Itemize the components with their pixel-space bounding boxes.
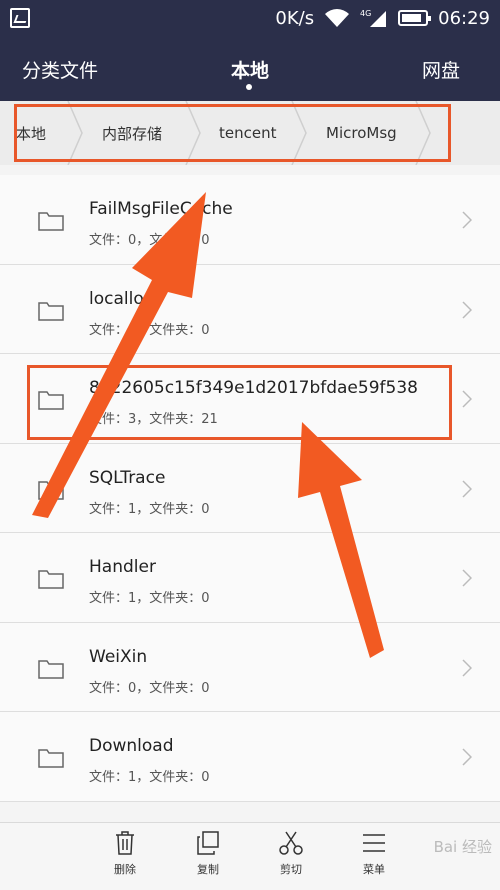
- tab-cloud-drive[interactable]: 网盘: [422, 56, 460, 83]
- top-nav: 分类文件 本地 网盘: [0, 50, 500, 100]
- folder-icon: [38, 301, 64, 321]
- active-tab-indicator: [246, 84, 252, 90]
- wifi-icon: [325, 9, 350, 27]
- breadcrumb-highlight-box: [14, 104, 451, 162]
- list-item[interactable]: locallog 文件：1，文件夹：0: [0, 264, 500, 354]
- list-item[interactable]: Download 文件：1，文件夹：0: [0, 712, 500, 802]
- file-name: Handler: [89, 557, 156, 577]
- cut-label: 剪切: [280, 863, 302, 876]
- chevron-right-icon: [462, 300, 472, 319]
- file-name: FailMsgFileCache: [89, 199, 233, 219]
- menu-button[interactable]: 菜单: [349, 831, 399, 877]
- watermark: Bai 经验: [433, 838, 492, 856]
- list-item[interactable]: Handler 文件：1，文件夹：0: [0, 533, 500, 623]
- file-name: SQLTrace: [89, 467, 166, 488]
- trash-icon: [116, 831, 134, 855]
- delete-label: 删除: [114, 863, 136, 876]
- menu-label: 菜单: [363, 863, 385, 876]
- folder-icon: [38, 570, 64, 589]
- tab-local[interactable]: 本地: [231, 56, 269, 83]
- folder-icon: [38, 480, 64, 500]
- list-item[interactable]: SQLTrace 文件：1，文件夹：0: [0, 443, 500, 533]
- file-meta: 文件：1，文件夹：0: [89, 591, 210, 606]
- signal-label: 4G: [360, 9, 371, 18]
- scissors-icon: [279, 831, 303, 855]
- status-bar: 0K/s 4G 06:29: [0, 0, 500, 36]
- copy-label: 复制: [197, 863, 219, 876]
- list-item[interactable]: WeiXin 文件：0，文件夹：0: [0, 622, 500, 712]
- bottom-toolbar: 删除 复制 剪切 菜单: [0, 822, 500, 890]
- list-item[interactable]: FailMsgFileCache 文件：0，文件夹：0: [0, 175, 500, 265]
- gallery-notification-icon: [10, 8, 30, 28]
- folder-icon: [38, 659, 64, 679]
- chevron-right-icon: [462, 479, 472, 498]
- folder-highlight-box: [27, 365, 452, 440]
- chevron-right-icon: [462, 211, 472, 229]
- cut-button[interactable]: 剪切: [266, 831, 316, 877]
- folder-icon: [38, 749, 64, 768]
- file-meta: 文件：0，文件夹：0: [89, 680, 210, 696]
- status-right: 0K/s 4G 06:29: [275, 6, 490, 30]
- network-speed: 0K/s: [275, 7, 315, 29]
- copy-icon: [197, 831, 219, 855]
- folder-icon: [38, 212, 64, 231]
- file-meta: 文件：0，文件夹：0: [89, 233, 210, 248]
- battery-fill: [402, 14, 421, 22]
- header: 0K/s 4G 06:29 分类文件 本地 网盘: [0, 0, 500, 101]
- file-list: FailMsgFileCache 文件：0，文件夹：0 locallog 文件：…: [0, 175, 500, 802]
- clock: 06:29: [438, 7, 490, 29]
- battery-icon: [398, 10, 432, 26]
- chevron-right-icon: [462, 748, 472, 766]
- menu-icon: [363, 834, 385, 852]
- chevron-right-icon: [462, 569, 472, 587]
- file-name: locallog: [89, 288, 155, 309]
- signal-icon: 4G: [360, 9, 387, 27]
- tab-category-files[interactable]: 分类文件: [22, 56, 98, 83]
- chevron-right-icon: [462, 658, 472, 677]
- file-meta: 文件：1，文件夹：0: [89, 770, 210, 785]
- file-meta: 文件：1，文件夹：0: [89, 322, 210, 338]
- file-meta: 文件：1，文件夹：0: [89, 501, 210, 517]
- file-name: WeiXin: [89, 646, 148, 667]
- delete-button[interactable]: 删除: [100, 831, 150, 877]
- file-name: Download: [89, 736, 174, 756]
- copy-button[interactable]: 复制: [183, 831, 233, 877]
- chevron-right-icon: [462, 390, 472, 408]
